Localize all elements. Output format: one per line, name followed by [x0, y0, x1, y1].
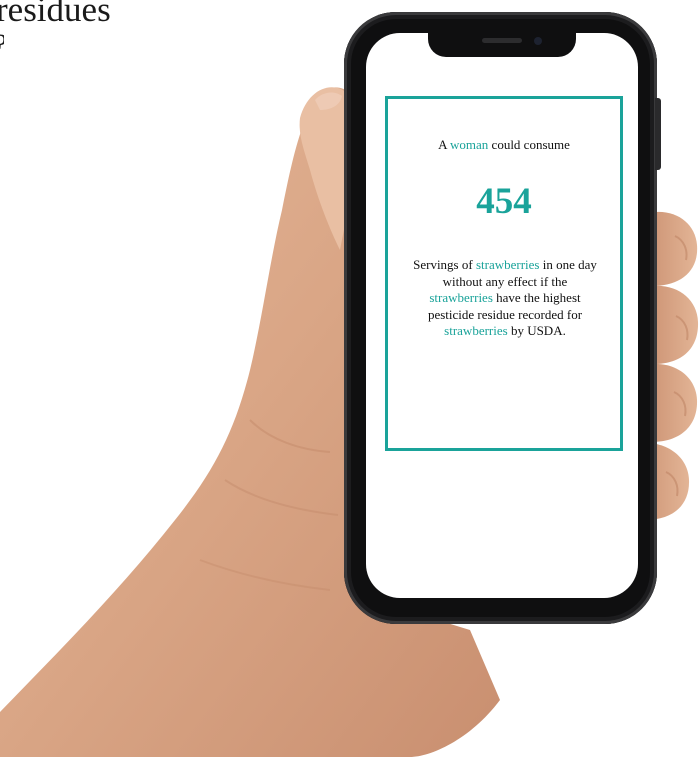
food-highlight: strawberries: [444, 323, 508, 339]
person-highlight: woman: [450, 137, 489, 152]
phone-screen: A woman could consume 454 Servings of st…: [366, 33, 638, 598]
speaker-icon: [482, 38, 522, 43]
phone-side-button: [655, 98, 661, 170]
servings-count: 454: [476, 181, 532, 222]
phone-notch: [428, 33, 576, 57]
camera-icon: [534, 37, 542, 45]
details-text: Servings of strawberries in one day with…: [413, 257, 597, 339]
food-highlight: strawberries: [475, 257, 540, 272]
smartphone: A woman could consume 454 Servings of st…: [344, 12, 661, 624]
intro-text: A woman could consume: [438, 137, 570, 152]
info-card: A woman could consume 454 Servings of st…: [385, 96, 623, 451]
food-highlight: strawberries: [429, 290, 493, 306]
